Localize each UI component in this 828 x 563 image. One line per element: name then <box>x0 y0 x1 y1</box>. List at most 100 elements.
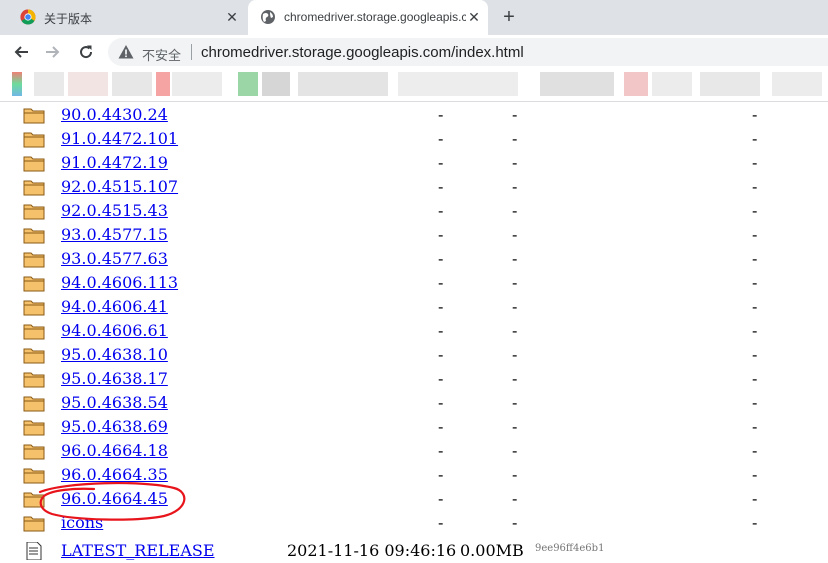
bookmark-item[interactable] <box>398 72 518 96</box>
directory-link[interactable]: 92.0.4515.43 <box>61 201 168 220</box>
folder-icon <box>23 372 45 388</box>
directory-link[interactable]: 95.0.4638.54 <box>61 393 168 412</box>
directory-link[interactable]: 95.0.4638.69 <box>61 417 168 436</box>
forward-arrow-icon <box>46 46 60 58</box>
etag-cell: - <box>752 297 758 316</box>
new-tab-button[interactable]: + <box>498 6 520 28</box>
reload-button[interactable] <box>74 40 98 64</box>
table-row: 91.0.4472.19 - - - <box>0 151 828 175</box>
etag-cell: - <box>752 417 758 436</box>
bookmark-item[interactable] <box>540 72 614 96</box>
toolbar: 不安全 chromedriver.storage.googleapis.com/… <box>0 35 828 68</box>
last-modified-cell: - <box>438 369 444 388</box>
directory-link[interactable]: 90.0.4430.24 <box>61 105 168 124</box>
bookmark-item[interactable] <box>68 72 108 96</box>
last-modified-cell: - <box>438 345 444 364</box>
security-status-label[interactable]: 不安全 <box>142 45 181 64</box>
table-row: 95.0.4638.10 - - - <box>0 343 828 367</box>
directory-link[interactable]: 96.0.4664.18 <box>61 441 168 460</box>
last-modified-cell: - <box>438 417 444 436</box>
chrome-logo-icon <box>20 9 36 25</box>
directory-link[interactable]: 93.0.4577.15 <box>61 225 168 244</box>
directory-link[interactable]: 91.0.4472.19 <box>61 153 168 172</box>
directory-link[interactable]: 94.0.4606.61 <box>61 321 168 340</box>
table-row: 92.0.4515.43 - - - <box>0 199 828 223</box>
etag-cell: - <box>752 393 758 412</box>
last-modified-cell: - <box>438 297 444 316</box>
directory-link[interactable]: 91.0.4472.101 <box>61 129 178 148</box>
last-modified-cell: - <box>438 465 444 484</box>
bookmark-item[interactable] <box>700 72 760 96</box>
size-cell: - <box>512 369 518 388</box>
folder-icon <box>23 276 45 292</box>
url-text[interactable]: chromedriver.storage.googleapis.com/inde… <box>201 44 524 61</box>
last-modified-cell: - <box>438 393 444 412</box>
bookmark-item[interactable] <box>12 72 22 96</box>
table-row: 95.0.4638.54 - - - <box>0 391 828 415</box>
size-cell: - <box>512 489 518 508</box>
size-cell: - <box>512 273 518 292</box>
bookmark-item[interactable] <box>172 72 222 96</box>
directory-link[interactable]: 93.0.4577.63 <box>61 249 168 268</box>
last-modified-cell: - <box>438 321 444 340</box>
last-modified-cell: - <box>438 153 444 172</box>
reload-icon <box>80 45 93 59</box>
last-modified-cell: - <box>438 105 444 124</box>
etag-cell: - <box>752 201 758 220</box>
etag-cell: - <box>752 105 758 124</box>
bookmark-item[interactable] <box>156 72 170 96</box>
size-cell: - <box>512 249 518 268</box>
folder-icon <box>23 180 45 196</box>
etag-cell: - <box>752 345 758 364</box>
bookmark-item[interactable] <box>652 72 692 96</box>
bookmark-item[interactable] <box>772 72 822 96</box>
table-row: 95.0.4638.17 - - - <box>0 367 828 391</box>
folder-icon <box>23 108 45 124</box>
directory-link[interactable]: 95.0.4638.10 <box>61 345 168 364</box>
size-cell: - <box>512 441 518 460</box>
folder-icon <box>23 252 45 268</box>
tab-about-version[interactable]: 关于版本 ✕ <box>8 0 246 35</box>
last-modified-cell: - <box>438 129 444 148</box>
divider <box>191 44 192 60</box>
etag-cell: - <box>752 273 758 292</box>
close-icon[interactable]: ✕ <box>224 9 240 25</box>
size-cell: - <box>512 465 518 484</box>
size-cell: - <box>512 393 518 412</box>
directory-link[interactable]: 95.0.4638.17 <box>61 369 168 388</box>
size-cell: - <box>512 129 518 148</box>
directory-listing: 90.0.4430.24 - - - 91.0.4472.101 - - - 91.0.4472… <box>0 103 828 560</box>
tab-chromedriver-index[interactable]: chromedriver.storage.googleapis.com/inde… <box>248 0 488 35</box>
etag-cell: - <box>752 441 758 460</box>
table-row: 92.0.4515.107 - - - <box>0 175 828 199</box>
bookmark-item[interactable] <box>262 72 290 96</box>
folder-icon <box>23 156 45 172</box>
bookmark-item[interactable] <box>112 72 152 96</box>
red-circle-annotation <box>38 481 186 521</box>
last-modified-cell: - <box>438 177 444 196</box>
back-button[interactable] <box>9 40 33 64</box>
table-row: LATEST_RELEASE 2021-11-16 09:46:16 0.00MB 9… <box>0 539 828 563</box>
directory-link[interactable]: 94.0.4606.113 <box>61 273 178 292</box>
table-row: 94.0.4606.61 - - - <box>0 319 828 343</box>
size-cell: - <box>512 177 518 196</box>
folder-icon <box>23 396 45 412</box>
size-cell: - <box>512 345 518 364</box>
directory-link[interactable]: 92.0.4515.107 <box>61 177 178 196</box>
forward-button[interactable] <box>41 40 65 64</box>
size-cell: - <box>512 105 518 124</box>
bookmark-item[interactable] <box>624 72 648 96</box>
warning-icon[interactable] <box>118 44 134 60</box>
tab-title: chromedriver.storage.googleapis.com/inde… <box>284 10 466 24</box>
file-icon <box>26 542 42 560</box>
tab-title: 关于版本 <box>44 12 93 26</box>
bookmark-item[interactable] <box>34 72 64 96</box>
last-modified-cell: - <box>438 273 444 292</box>
directory-link[interactable]: 94.0.4606.41 <box>61 297 168 316</box>
last-modified-cell: - <box>438 249 444 268</box>
table-row: 94.0.4606.41 - - - <box>0 295 828 319</box>
close-icon[interactable]: ✕ <box>466 9 482 25</box>
bookmark-item[interactable] <box>238 72 258 96</box>
bookmark-item[interactable] <box>298 72 388 96</box>
address-bar[interactable]: 不安全 chromedriver.storage.googleapis.com/… <box>108 38 828 66</box>
